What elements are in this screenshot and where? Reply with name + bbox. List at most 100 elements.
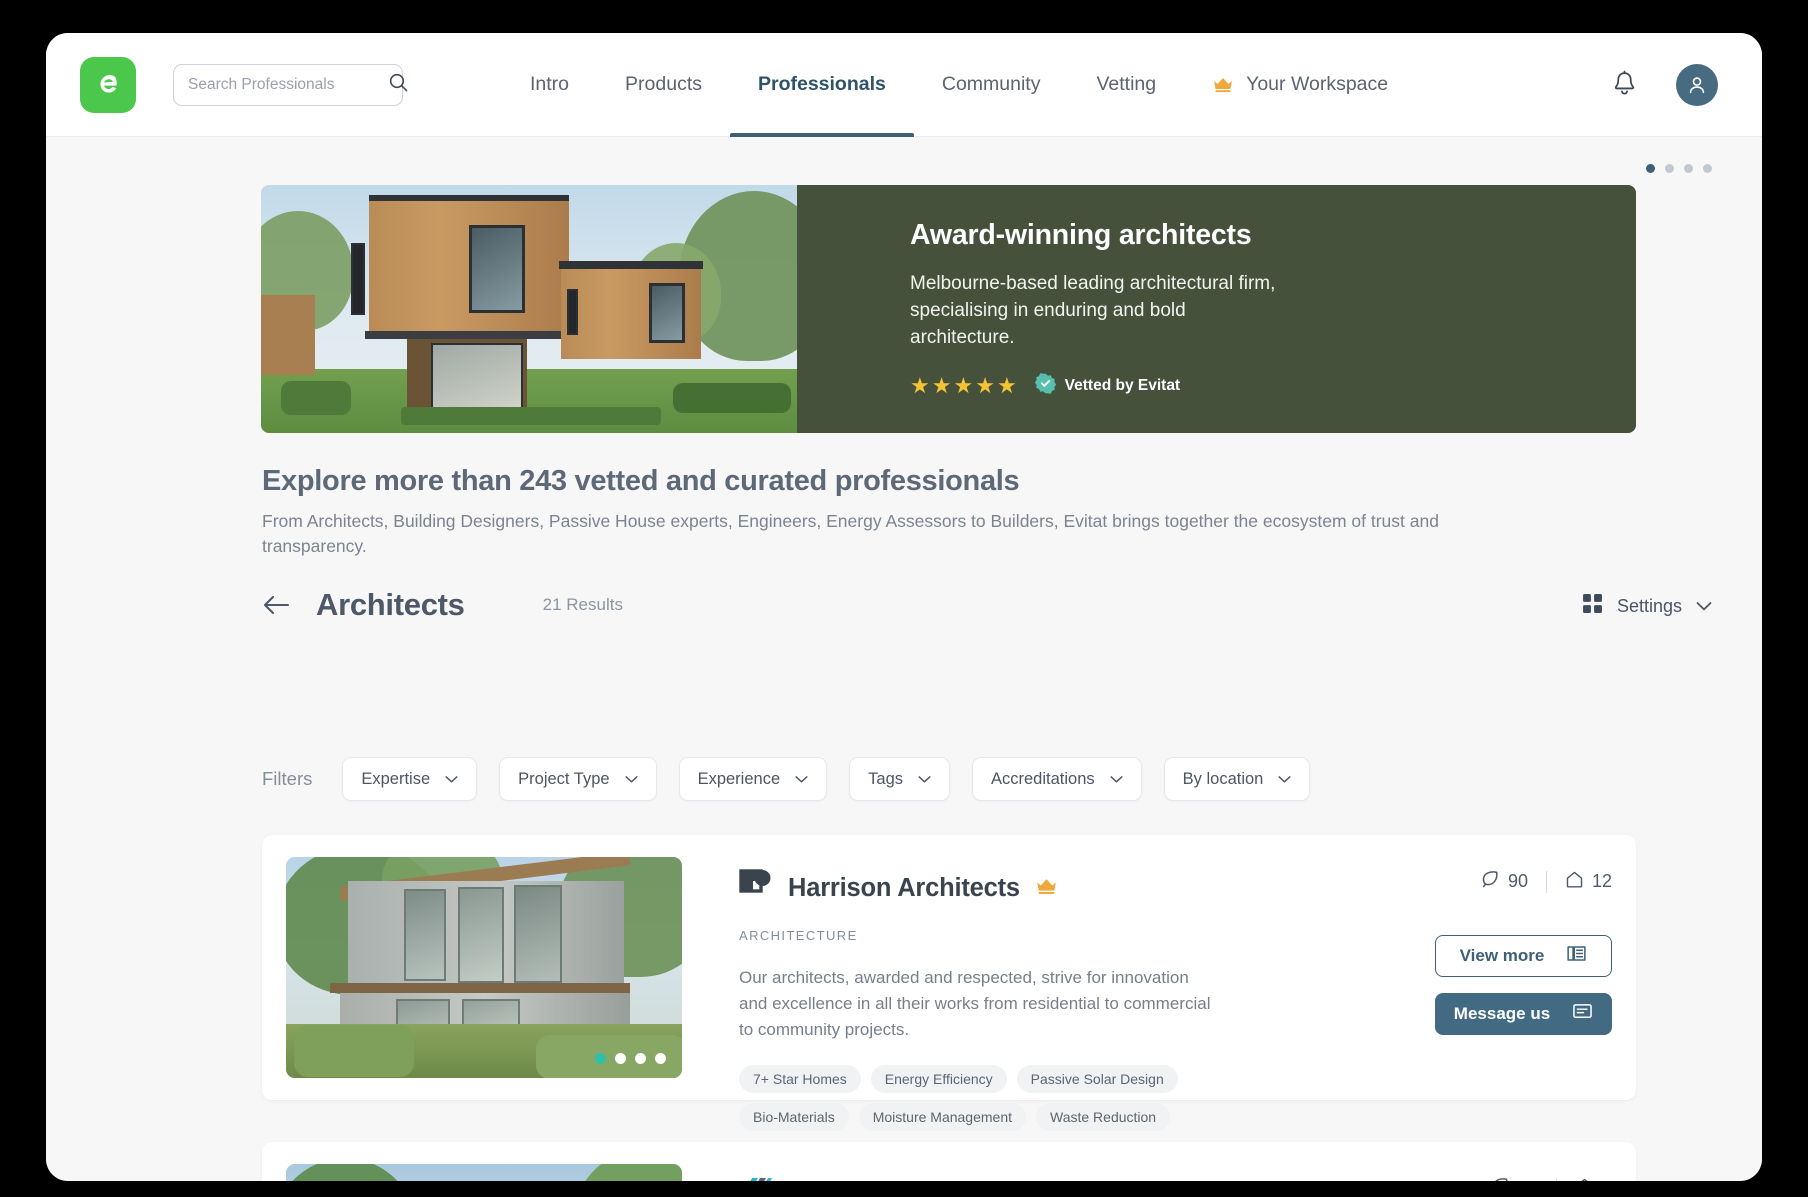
- nav-label: Community: [941, 73, 1041, 95]
- nav-item-intro[interactable]: Intro: [502, 33, 597, 137]
- tag[interactable]: Bio-Materials: [739, 1103, 849, 1131]
- hero-carousel-dots: [1646, 164, 1712, 173]
- nav-label: Your Workspace: [1246, 73, 1389, 95]
- search-professionals-box[interactable]: [173, 63, 408, 106]
- explore-description: From Architects, Building Designers, Pas…: [262, 511, 1439, 556]
- tag[interactable]: Waste Reduction: [1036, 1103, 1171, 1131]
- card-actions: 90 12 View more Message us: [1312, 857, 1612, 1078]
- business-name[interactable]: Harrison Architects: [788, 874, 1020, 903]
- tag[interactable]: Energy Efficiency: [870, 1065, 1007, 1093]
- nav-right-actions: [1611, 63, 1728, 106]
- filter-label: Accreditations: [991, 769, 1095, 788]
- carousel-dot-3[interactable]: [1684, 164, 1693, 173]
- business-description: Our architects, awarded and respected, s…: [739, 968, 1211, 1039]
- card-thumbnail-image[interactable]: [286, 857, 682, 1078]
- thumb-dot-3[interactable]: [635, 1053, 646, 1064]
- professional-card[interactable]: Harrison Architects ARCHITECTURE Our arc…: [262, 835, 1636, 1131]
- chevron-down-icon: [795, 770, 808, 789]
- business-tags: 7+ Star Homes Energy Efficiency Passive …: [739, 1065, 1219, 1131]
- professional-card[interactable]: NeoPrisma ARCHITECTURE Our architects, a…: [262, 1142, 1636, 1181]
- view-more-button[interactable]: View more: [1435, 935, 1612, 977]
- search-icon[interactable]: [388, 72, 409, 98]
- star-icon: ★: [975, 373, 995, 398]
- hero-banner[interactable]: Award-winning architects Melbourne-based…: [261, 185, 1636, 433]
- message-us-label: Message us: [1453, 1004, 1551, 1023]
- user-avatar-icon[interactable]: [1676, 63, 1718, 106]
- filter-label: Experience: [697, 769, 781, 788]
- card-details: NeoPrisma ARCHITECTURE Our architects, a…: [682, 1164, 1312, 1181]
- business-name-row: NeoPrisma: [739, 1176, 1312, 1181]
- book-icon: [1566, 944, 1587, 968]
- leaf-value: 90: [1507, 871, 1528, 891]
- nav-item-community[interactable]: Community: [914, 33, 1069, 137]
- tag[interactable]: 7+ Star Homes: [739, 1065, 861, 1093]
- browser-window: Intro Products Professionals Community V…: [46, 33, 1762, 1181]
- star-icon: ★: [996, 373, 1017, 398]
- home-icon: [1565, 870, 1584, 894]
- thumbnail-carousel-dots: [595, 1053, 666, 1064]
- star-icon: ★: [910, 373, 930, 398]
- message-us-button[interactable]: Message us: [1435, 993, 1612, 1035]
- chat-bubble-icon: [1572, 1002, 1593, 1026]
- nav-item-vetting[interactable]: Vetting: [1068, 33, 1184, 137]
- desktop-backdrop: Intro Products Professionals Community V…: [0, 0, 1808, 1197]
- tag[interactable]: Passive Solar Design: [1016, 1065, 1178, 1093]
- chevron-down-icon: [918, 770, 931, 789]
- section-header: Architects 21 Results: [262, 587, 623, 623]
- leaf-stat: 90: [1480, 869, 1528, 894]
- hero-description: Melbourne-based leading architectural fi…: [910, 273, 1276, 348]
- nav-item-products[interactable]: Products: [597, 33, 730, 137]
- leaf-stat: 90: [1490, 1176, 1538, 1181]
- filter-expertise[interactable]: Expertise: [342, 757, 478, 801]
- leaf-value: 90: [1518, 1178, 1538, 1181]
- verified-badge-icon: [1034, 373, 1056, 399]
- home-stat: 3: [1575, 1177, 1612, 1181]
- view-more-label: View more: [1459, 946, 1545, 965]
- harrison-square-logo-icon: [739, 869, 773, 908]
- business-name[interactable]: NeoPrisma: [788, 1179, 920, 1181]
- thumb-dot-4[interactable]: [655, 1053, 666, 1064]
- filter-label: Expertise: [361, 769, 431, 788]
- card-stats: 90 3: [1312, 1176, 1612, 1181]
- carousel-dot-1[interactable]: [1646, 164, 1655, 173]
- filters-row: Filters Expertise Project Type Experienc…: [262, 757, 1311, 801]
- business-name-row: Harrison Architects: [739, 869, 1312, 908]
- chevron-down-icon: [1110, 770, 1123, 789]
- card-thumbnail-image[interactable]: [286, 1164, 682, 1181]
- hero-text-panel: Award-winning architects Melbourne-based…: [797, 185, 1636, 433]
- filter-by-location[interactable]: By location: [1163, 757, 1311, 801]
- top-navigation-bar: Intro Products Professionals Community V…: [46, 33, 1762, 137]
- nav-item-your-workspace[interactable]: Your Workspace: [1184, 33, 1416, 137]
- star-icon: ★: [953, 373, 974, 398]
- carousel-dot-2[interactable]: [1665, 164, 1674, 173]
- settings-label: Settings: [1616, 595, 1682, 616]
- notification-bell-icon[interactable]: [1611, 70, 1638, 99]
- vetted-label: Vetted by Evitat: [1064, 377, 1181, 394]
- chevron-down-icon: [1696, 596, 1712, 617]
- home-value: 3: [1602, 1178, 1612, 1181]
- home-stat: 12: [1565, 870, 1612, 894]
- results-count: 21 Results: [542, 595, 623, 614]
- filter-project-type[interactable]: Project Type: [499, 757, 657, 801]
- nav-label: Intro: [530, 73, 570, 95]
- filter-tags[interactable]: Tags: [849, 757, 950, 801]
- back-arrow-icon[interactable]: [262, 594, 290, 616]
- hero-rating-row: ★ ★ ★ ★ ★ Vetted by Evitat: [910, 373, 1636, 399]
- chevron-down-icon: [1278, 770, 1291, 789]
- nav-label: Products: [625, 73, 702, 95]
- filter-accreditations[interactable]: Accreditations: [972, 757, 1142, 801]
- carousel-dot-4[interactable]: [1703, 164, 1712, 173]
- thumb-dot-1[interactable]: [595, 1053, 606, 1064]
- hero-title: Award-winning architects: [910, 219, 1252, 251]
- search-input[interactable]: [188, 75, 388, 94]
- home-value: 12: [1591, 871, 1612, 891]
- explore-heading: Explore more than 243 vetted and curated…: [262, 465, 1020, 497]
- nav-item-professionals[interactable]: Professionals: [729, 33, 914, 137]
- thumb-dot-2[interactable]: [615, 1053, 626, 1064]
- tag[interactable]: Moisture Management: [858, 1103, 1026, 1131]
- page-title: Architects: [316, 587, 465, 622]
- filter-experience[interactable]: Experience: [678, 757, 828, 801]
- evitat-leaf-logo[interactable]: [80, 56, 136, 113]
- filter-label: Tags: [868, 769, 903, 788]
- settings-button[interactable]: Settings: [1582, 593, 1712, 619]
